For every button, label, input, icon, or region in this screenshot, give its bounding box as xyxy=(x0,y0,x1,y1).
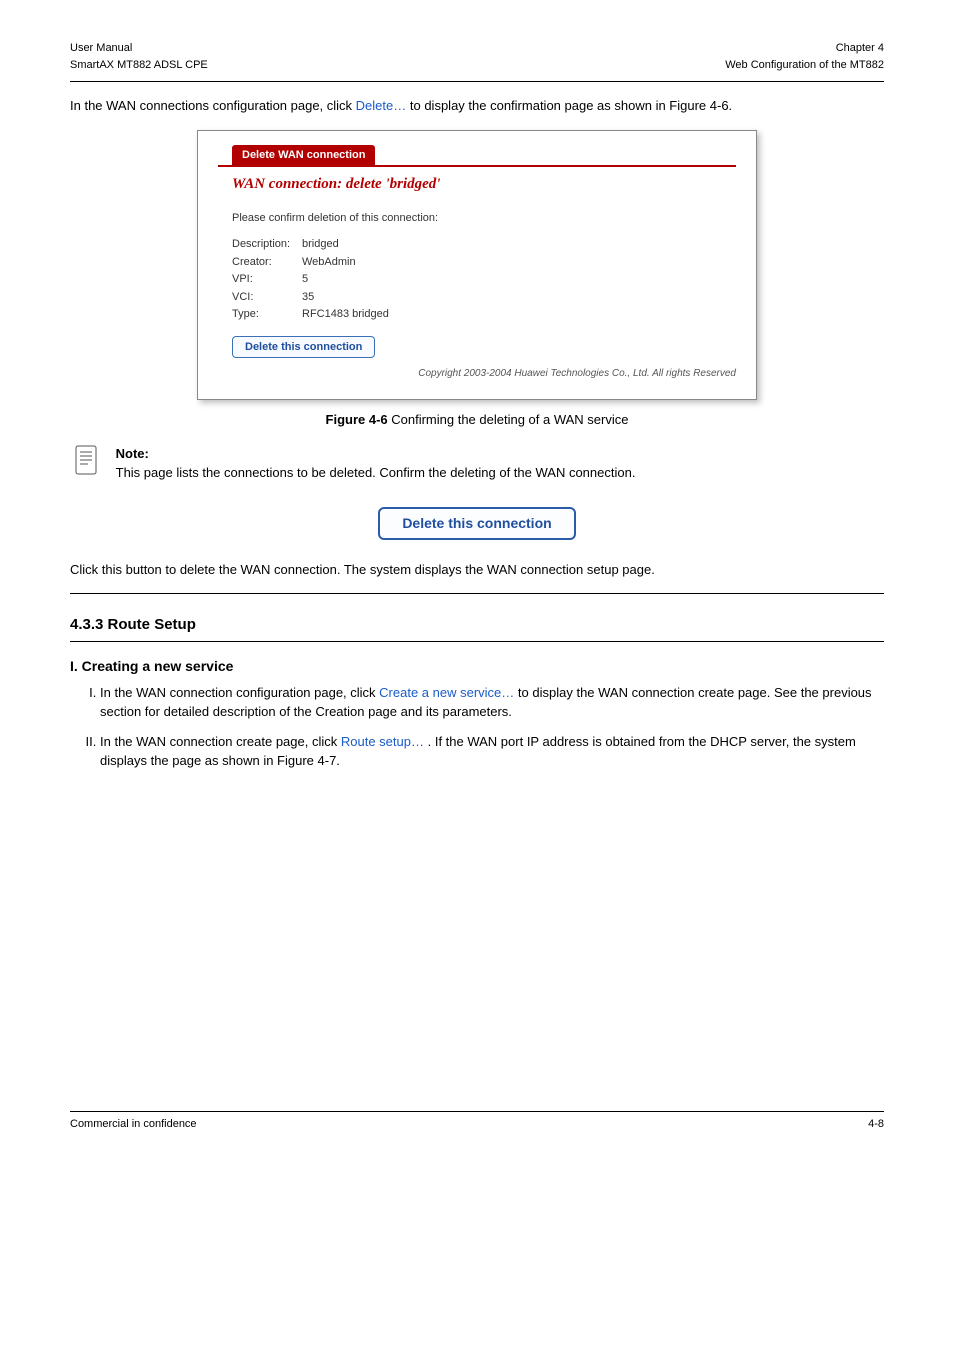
section-heading-route-setup: 4.3.3 Route Setup xyxy=(70,614,884,637)
header-right: Chapter 4 Web Configuration of the MT882 xyxy=(725,40,884,73)
page-header: User Manual SmartAX MT882 ADSL CPE Chapt… xyxy=(70,40,884,73)
step-2: In the WAN connection create page, click… xyxy=(100,732,884,771)
section-heading-underline xyxy=(70,641,884,642)
figure-confirm-text: Please confirm deletion of this connecti… xyxy=(232,210,736,227)
figure-caption-number: Figure 4-6 xyxy=(326,412,388,427)
header-left-line1: User Manual xyxy=(70,40,208,57)
create-new-service-link[interactable]: Create a new service… xyxy=(379,685,514,700)
intro-text-before: In the WAN connections configuration pag… xyxy=(70,98,356,113)
detail-row-creator: Creator: WebAdmin xyxy=(232,254,736,271)
detail-label: Description: xyxy=(232,236,302,253)
step1-before: In the WAN connection configuration page… xyxy=(100,685,379,700)
big-button-wrapper: Delete this connection xyxy=(70,501,884,546)
section-divider xyxy=(70,593,884,594)
figure-tab: Delete WAN connection xyxy=(232,145,375,166)
footer-left: Commercial in confidence xyxy=(70,1116,197,1133)
detail-label: Creator: xyxy=(232,254,302,271)
detail-label: Type: xyxy=(232,306,302,323)
detail-row-vpi: VPI: 5 xyxy=(232,271,736,288)
intro-paragraph: In the WAN connections configuration pag… xyxy=(70,96,884,116)
page-footer: Commercial in confidence 4-8 xyxy=(70,1111,884,1133)
after-button-paragraph: Click this button to delete the WAN conn… xyxy=(70,560,884,580)
figure-body: Please confirm deletion of this connecti… xyxy=(232,210,736,359)
figure-tab-underline xyxy=(218,165,736,167)
detail-value: RFC1483 bridged xyxy=(302,306,389,323)
route-setup-link[interactable]: Route setup… xyxy=(341,734,424,749)
figure-title: WAN connection: delete 'bridged' xyxy=(232,173,736,196)
note-block: Note: This page lists the connections to… xyxy=(70,444,884,483)
detail-value: 35 xyxy=(302,289,314,306)
header-left: User Manual SmartAX MT882 ADSL CPE xyxy=(70,40,208,73)
detail-label: VPI: xyxy=(232,271,302,288)
detail-row-type: Type: RFC1483 bridged xyxy=(232,306,736,323)
footer-right: 4-8 xyxy=(868,1116,884,1133)
detail-value: WebAdmin xyxy=(302,254,356,271)
delete-this-connection-button[interactable]: Delete this connection xyxy=(378,507,575,540)
note-text: This page lists the connections to be de… xyxy=(116,465,636,480)
figure-caption-text: Confirming the deleting of a WAN service xyxy=(388,412,629,427)
delete-this-connection-small-button[interactable]: Delete this connection xyxy=(232,336,375,359)
note-label: Note: xyxy=(116,446,149,461)
header-right-line1: Chapter 4 xyxy=(725,40,884,57)
intro-text-after: to display the confirmation page as show… xyxy=(410,98,732,113)
note-icon xyxy=(70,444,102,476)
subheading-creating-new-service: I. Creating a new service xyxy=(70,656,884,677)
header-divider xyxy=(70,81,884,82)
detail-row-vci: VCI: 35 xyxy=(232,289,736,306)
figure-delete-wan: Delete WAN connection WAN connection: de… xyxy=(197,130,757,401)
detail-label: VCI: xyxy=(232,289,302,306)
detail-row-description: Description: bridged xyxy=(232,236,736,253)
figure-copyright: Copyright 2003-2004 Huawei Technologies … xyxy=(218,366,736,381)
step-1: In the WAN connection configuration page… xyxy=(100,683,884,722)
delete-link[interactable]: Delete… xyxy=(356,98,407,113)
detail-value: bridged xyxy=(302,236,339,253)
step2-before: In the WAN connection create page, click xyxy=(100,734,341,749)
detail-value: 5 xyxy=(302,271,308,288)
header-left-line2: SmartAX MT882 ADSL CPE xyxy=(70,57,208,74)
figure-caption: Figure 4-6 Confirming the deleting of a … xyxy=(70,410,884,430)
note-text-wrapper: Note: This page lists the connections to… xyxy=(116,444,836,483)
header-right-line2: Web Configuration of the MT882 xyxy=(725,57,884,74)
steps-list: In the WAN connection configuration page… xyxy=(100,683,884,771)
